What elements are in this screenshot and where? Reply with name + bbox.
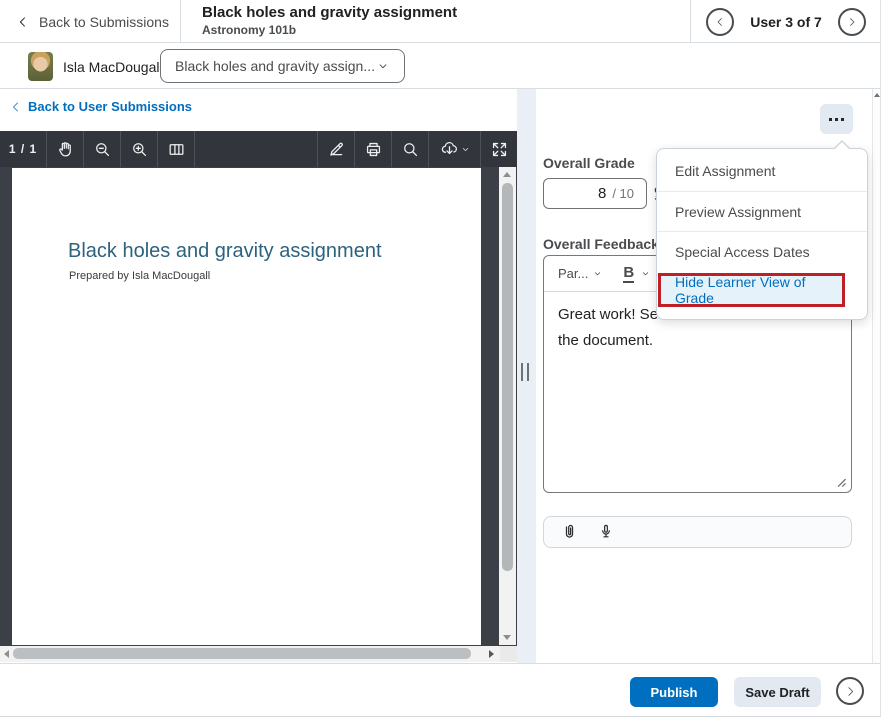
footer-bar: Publish Save Draft	[0, 663, 881, 717]
search-button[interactable]	[391, 131, 428, 167]
more-actions-button[interactable]	[820, 104, 853, 134]
divider-grip-icon[interactable]	[521, 363, 529, 381]
annotate-button[interactable]	[317, 131, 354, 167]
chevron-down-icon	[592, 268, 603, 279]
top-bar: Back to Submissions Black holes and grav…	[0, 0, 881, 43]
paperclip-icon	[560, 523, 579, 542]
user-name: Isla MacDougall	[63, 44, 163, 89]
publish-button[interactable]: Publish	[630, 677, 718, 707]
bold-button[interactable]: B	[623, 265, 634, 283]
microphone-icon	[597, 523, 615, 541]
panel-scrollbar[interactable]	[872, 89, 881, 663]
menu-item-hide-learner-view-of-grade[interactable]: Hide Learner View of Grade	[658, 273, 845, 307]
menu-item-special-access-dates[interactable]: Special Access Dates	[657, 231, 867, 271]
document-title: Black holes and gravity assignment	[68, 240, 382, 263]
user-pager-label: User 3 of 7	[750, 14, 822, 30]
submission-selector-dropdown[interactable]: Black holes and gravity assign...	[160, 49, 405, 83]
grade-input[interactable]: 8 / 10	[543, 178, 647, 209]
pan-tool-button[interactable]	[46, 131, 83, 167]
print-button[interactable]	[354, 131, 391, 167]
back-to-submissions-button[interactable]: Back to Submissions	[0, 0, 181, 43]
course-name: Astronomy 101b	[202, 23, 457, 37]
zoom-out-icon	[93, 140, 112, 159]
assignment-title: Black holes and gravity assignment	[202, 4, 457, 21]
scroll-right-arrow-icon[interactable]	[489, 650, 494, 658]
zoom-out-button[interactable]	[83, 131, 120, 167]
menu-caret	[833, 140, 851, 149]
attachments-bar	[543, 516, 852, 548]
panel-resize-divider[interactable]	[517, 89, 536, 663]
search-icon	[401, 140, 420, 159]
ellipsis-icon	[829, 118, 832, 121]
grading-app: Back to Submissions Black holes and grav…	[0, 0, 881, 717]
toolbar-spacer	[194, 131, 317, 167]
scroll-left-arrow-icon[interactable]	[4, 650, 9, 658]
feedback-text-line: the document.	[558, 328, 837, 354]
scroll-up-arrow-icon[interactable]	[874, 93, 880, 97]
chevron-left-icon	[16, 15, 30, 29]
user-avatar	[28, 52, 53, 81]
grade-value: 8	[598, 185, 606, 202]
paragraph-format-dropdown[interactable]: Par...	[558, 266, 603, 281]
cloud-download-icon	[440, 140, 459, 159]
vertical-scrollbar[interactable]	[499, 167, 516, 645]
pdf-viewer: Black holes and gravity assignment Prepa…	[0, 167, 517, 662]
save-draft-button[interactable]: Save Draft	[734, 677, 821, 707]
expand-icon	[490, 140, 509, 159]
page-indicator: 1 / 1	[0, 131, 46, 167]
pdf-toolbar: 1 / 1	[0, 131, 517, 167]
chevron-right-icon	[846, 16, 858, 28]
chevron-right-icon	[844, 685, 857, 698]
menu-item-edit-assignment[interactable]: Edit Assignment	[657, 151, 867, 191]
page-layout-button[interactable]	[157, 131, 194, 167]
scroll-down-arrow-icon[interactable]	[503, 635, 511, 640]
resize-handle[interactable]	[836, 477, 846, 487]
chevron-down-icon	[376, 59, 390, 73]
back-to-submissions-label: Back to Submissions	[39, 14, 169, 30]
document-page: Black holes and gravity assignment Prepa…	[12, 168, 481, 645]
chevron-down-icon	[461, 145, 470, 154]
overall-feedback-label: Overall Feedback	[543, 236, 659, 252]
user-row: Isla MacDougall Black holes and gravity …	[0, 44, 881, 89]
printer-icon	[364, 140, 383, 159]
attach-file-button[interactable]	[560, 523, 579, 542]
chevron-down-icon[interactable]	[640, 268, 651, 279]
hand-icon	[56, 140, 75, 159]
page-layout-icon	[167, 140, 186, 159]
previous-user-button[interactable]	[706, 8, 734, 36]
fullscreen-button[interactable]	[480, 131, 517, 167]
menu-item-hide-learner-view-row: Hide Learner View of Grade	[657, 271, 867, 315]
horizontal-scrollbar-thumb[interactable]	[13, 648, 471, 659]
vertical-scrollbar-thumb[interactable]	[502, 183, 513, 571]
back-to-user-submissions-link[interactable]: Back to User Submissions	[10, 99, 192, 114]
scrollbar-corner	[500, 646, 517, 662]
zoom-in-button[interactable]	[120, 131, 157, 167]
scroll-up-arrow-icon[interactable]	[503, 172, 511, 177]
grade-out-of: / 10	[612, 186, 634, 201]
pen-icon	[327, 140, 346, 159]
horizontal-scrollbar[interactable]	[0, 646, 500, 662]
context-menu: Edit Assignment Preview Assignment Speci…	[656, 148, 868, 320]
chevron-left-icon	[10, 101, 22, 113]
user-pager: User 3 of 7	[690, 0, 881, 43]
chevron-left-icon	[714, 16, 726, 28]
next-user-circle-button[interactable]	[836, 677, 864, 705]
back-to-user-submissions-label: Back to User Submissions	[28, 99, 192, 114]
record-audio-button[interactable]	[597, 523, 615, 541]
next-user-button[interactable]	[838, 8, 866, 36]
paragraph-format-label: Par...	[558, 266, 588, 281]
menu-item-preview-assignment[interactable]: Preview Assignment	[657, 191, 867, 231]
zoom-in-icon	[130, 140, 149, 159]
assignment-title-block: Black holes and gravity assignment Astro…	[202, 4, 457, 37]
submission-selector-label: Black holes and gravity assign...	[175, 58, 376, 74]
overall-grade-label: Overall Grade	[543, 155, 635, 171]
download-button[interactable]	[428, 131, 480, 167]
document-byline: Prepared by Isla MacDougall	[69, 270, 210, 282]
